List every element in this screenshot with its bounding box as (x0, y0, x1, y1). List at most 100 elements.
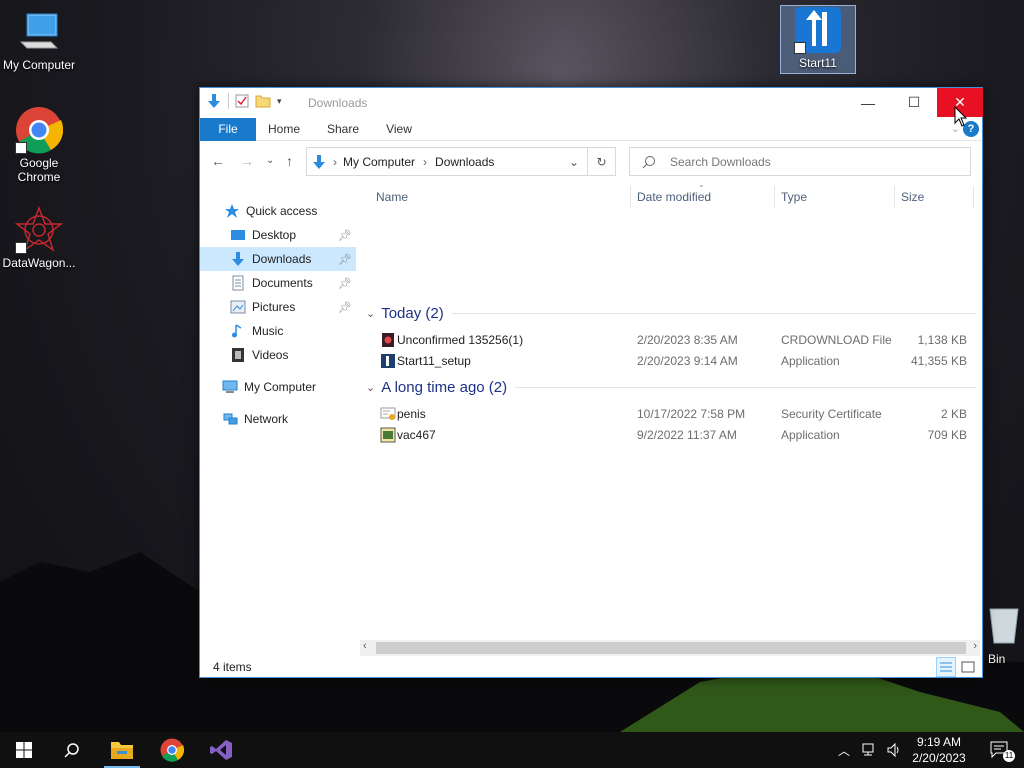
back-arrow-icon[interactable]: ← (211, 153, 225, 169)
collapse-chevron-icon[interactable]: ⌄ (366, 381, 375, 394)
pin-icon[interactable]: 📌︎ (338, 229, 352, 242)
datawagon-icon (14, 205, 64, 254)
group-header-today[interactable]: ⌄ Today (2) (366, 305, 976, 322)
file-date: 9/2/2022 11:37 AM (637, 428, 737, 442)
sidebar-item-music[interactable]: Music (230, 319, 356, 343)
address-dropdown-chevron-icon[interactable]: ⌄ (569, 155, 579, 169)
desktop-icon (230, 227, 246, 243)
column-divider[interactable] (973, 186, 974, 208)
file-size: 1,138 KB (917, 333, 967, 347)
column-divider[interactable] (630, 186, 631, 208)
scroll-right-chevron-icon[interactable]: › (973, 640, 977, 652)
search-icon (64, 743, 79, 758)
download-arrow-icon[interactable] (206, 93, 222, 109)
computer-icon (15, 8, 63, 56)
search-box[interactable]: Search Downloads (629, 147, 971, 176)
breadcrumb-downloads[interactable]: Downloads (435, 155, 494, 169)
sidebar-item-my-computer[interactable]: My Computer (222, 375, 352, 399)
crdownload-file-icon (382, 333, 394, 347)
large-icons-view-icon (961, 661, 975, 673)
search-placeholder: Search Downloads (670, 154, 771, 169)
volume-icon[interactable] (886, 742, 902, 758)
breadcrumb-separator-icon: › (423, 154, 428, 169)
desktop-icon-label: My Computer (2, 58, 76, 72)
show-hidden-icons-chevron-icon[interactable]: ︿ (838, 742, 850, 759)
column-header-name[interactable]: Name (376, 182, 408, 212)
tab-file[interactable]: File (200, 118, 256, 141)
scrollbar-thumb[interactable] (376, 642, 966, 654)
table-row[interactable]: Unconfirmed 135256(1) 2/20/2023 8:35 AM … (376, 330, 976, 351)
file-size: 2 KB (940, 407, 967, 421)
sidebar-item-downloads[interactable]: Downloads 📌︎ (200, 247, 356, 271)
pin-icon[interactable]: 📌︎ (338, 253, 352, 266)
up-arrow-icon[interactable]: ↑ (286, 153, 293, 169)
taskbar-chrome[interactable] (148, 732, 196, 768)
column-header-type[interactable]: Type (781, 182, 807, 212)
pin-icon[interactable]: 📌︎ (338, 301, 352, 314)
horizontal-scrollbar[interactable]: ‹ › (360, 640, 980, 656)
group-header-long-time-ago[interactable]: ⌄ A long time ago (2) (366, 379, 976, 396)
start-button[interactable] (0, 732, 48, 768)
properties-icon[interactable] (235, 94, 249, 108)
shortcut-arrow-icon (794, 42, 806, 54)
desktop-icon-label: Bin (988, 652, 1006, 666)
table-row[interactable]: vac467 9/2/2022 11:37 AM Application 709… (376, 425, 976, 446)
sidebar-item-label: Downloads (252, 252, 312, 266)
minimize-button[interactable]: — (845, 88, 891, 117)
customize-toolbar-chevron-icon[interactable]: ▾ (277, 96, 282, 107)
sidebar-item-documents[interactable]: Documents 📌︎ (230, 271, 356, 295)
collapse-chevron-icon[interactable]: ⌄ (366, 307, 375, 320)
sidebar-item-pictures[interactable]: Pictures 📌︎ (230, 295, 356, 319)
sidebar-item-quick-access[interactable]: Quick access (224, 199, 352, 223)
file-type: Application (781, 428, 840, 442)
breadcrumb-separator-icon: › (333, 154, 337, 169)
tab-view[interactable]: View (380, 118, 418, 141)
chrome-icon (160, 738, 184, 762)
tab-home[interactable]: Home (264, 118, 304, 141)
desktop-icon-label: Start11 (799, 56, 837, 70)
table-row[interactable]: Start11_setup 2/20/2023 9:14 AM Applicat… (376, 351, 976, 372)
desktop-icon-datawagon[interactable]: DataWagon... (1, 205, 77, 270)
tab-share[interactable]: Share (322, 118, 364, 141)
desktop-icon-google-chrome[interactable]: Google Chrome (1, 106, 77, 184)
sidebar-item-label: My Computer (244, 380, 317, 394)
search-button[interactable] (48, 732, 96, 768)
breadcrumb-my-computer[interactable]: My Computer (343, 155, 415, 169)
column-divider[interactable] (774, 186, 775, 208)
file-date: 2/20/2023 9:14 AM (637, 354, 738, 368)
column-header-size[interactable]: Size (901, 182, 924, 212)
taskbar-file-explorer[interactable] (98, 732, 146, 768)
computer-icon (222, 379, 238, 395)
desktop-icon-label: Google Chrome (17, 156, 61, 184)
address-bar[interactable]: › My Computer › Downloads ⌄ (306, 147, 588, 176)
refresh-button[interactable]: ↻ (588, 147, 616, 176)
scroll-left-chevron-icon[interactable]: ‹ (363, 640, 367, 652)
sidebar-item-label: Pictures (252, 300, 296, 314)
large-icons-view-button[interactable] (958, 657, 978, 677)
recent-locations-chevron-icon[interactable]: ⌄ (266, 155, 274, 166)
sidebar-item-videos[interactable]: Videos (230, 343, 356, 367)
details-view-button[interactable] (936, 657, 956, 677)
taskbar-clock[interactable]: 9:19 AM 2/20/2023 (906, 733, 972, 766)
group-header-label: Today (2) (381, 305, 444, 322)
desktop-icon-my-computer[interactable]: My Computer (1, 8, 77, 72)
forward-arrow-icon[interactable]: → (240, 153, 254, 169)
sidebar-item-network[interactable]: Network (222, 407, 352, 431)
new-folder-icon[interactable] (255, 94, 271, 108)
search-icon (642, 155, 655, 168)
star-icon (224, 203, 240, 219)
sidebar-item-desktop[interactable]: Desktop 📌︎ (230, 223, 356, 247)
maximize-button[interactable]: ☐ (891, 88, 937, 117)
title-bar[interactable]: ▾ Downloads — ☐ ✕ (200, 88, 983, 118)
column-divider[interactable] (894, 186, 895, 208)
file-type: Security Certificate (781, 407, 882, 421)
pin-icon[interactable]: 📌︎ (338, 277, 352, 290)
desktop-icon-start11[interactable]: Start11 (780, 5, 856, 74)
sidebar-item-label: Desktop (252, 228, 297, 242)
network-icon[interactable] (860, 742, 876, 758)
file-name: vac467 (397, 428, 436, 442)
taskbar-visual-studio[interactable] (197, 732, 245, 768)
group-header-label: A long time ago (2) (381, 379, 508, 396)
action-center-button[interactable]: 11 (976, 732, 1024, 768)
table-row[interactable]: penis 10/17/2022 7:58 PM Security Certif… (376, 404, 976, 425)
